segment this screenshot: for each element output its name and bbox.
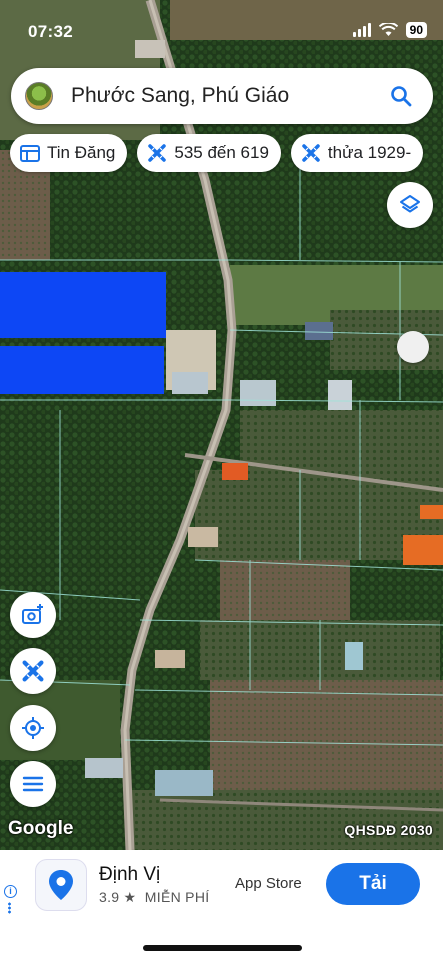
measure-button[interactable] (10, 648, 56, 694)
more-options-icon[interactable] (8, 902, 11, 914)
search-input[interactable]: Phước Sang, Phú Giáo (71, 84, 381, 108)
filter-chips: Tin Đăng 535 đến 619 thửa 1929- (10, 134, 424, 172)
ad-rating: 3.9 ★ (99, 889, 137, 905)
location-pin-icon (49, 870, 73, 900)
calendar-icon (20, 145, 40, 162)
ad-meta: 3.9 ★ MIỄN PHÍ (99, 889, 209, 906)
chip-parcel-number[interactable]: thửa 1929- (290, 134, 424, 172)
map-imagery (0, 0, 443, 850)
status-icons: 90 (352, 22, 427, 38)
app-icon[interactable] (35, 859, 87, 911)
status-bar: 07:32 90 (0, 0, 443, 60)
side-panel-handle[interactable] (397, 331, 429, 363)
info-icon[interactable]: i (4, 885, 17, 898)
ruler-cross-icon (148, 144, 167, 162)
ad-store-label: App Store (235, 875, 302, 892)
ruler-cross-icon (22, 660, 44, 682)
ad-app-name[interactable]: Định Vị (99, 864, 160, 886)
google-attribution: Google (8, 818, 74, 839)
ad-price: MIỄN PHÍ (144, 889, 210, 905)
home-indicator-area (0, 920, 443, 960)
chip-tin-dang[interactable]: Tin Đăng (10, 134, 128, 172)
avatar[interactable] (25, 82, 53, 110)
search-bar[interactable]: Phước Sang, Phú Giáo (11, 68, 433, 124)
cellular-signal-icon (352, 23, 371, 37)
layers-icon (400, 195, 420, 213)
satellite-map[interactable] (0, 0, 443, 850)
chip-parcel-range[interactable]: 535 đến 619 (137, 134, 281, 172)
locate-icon (22, 717, 44, 739)
menu-icon (22, 776, 44, 792)
search-icon[interactable] (381, 76, 421, 116)
battery-level: 90 (405, 22, 427, 38)
chip-label: 535 đến 619 (174, 143, 269, 162)
status-time: 07:32 (28, 22, 73, 41)
chip-label: Tin Đăng (47, 143, 116, 162)
wifi-icon (378, 23, 398, 36)
chip-label: thửa 1929- (327, 143, 412, 162)
my-location-button[interactable] (10, 705, 56, 751)
install-button[interactable]: Tải (326, 863, 420, 905)
planning-layer-label: QHSDĐ 2030 (344, 822, 433, 838)
menu-button[interactable] (10, 761, 56, 807)
ruler-cross-icon (302, 144, 320, 162)
camera-add-icon (22, 604, 43, 624)
layers-button[interactable] (387, 182, 433, 228)
home-indicator[interactable] (143, 945, 302, 951)
add-photo-button[interactable] (10, 592, 56, 638)
